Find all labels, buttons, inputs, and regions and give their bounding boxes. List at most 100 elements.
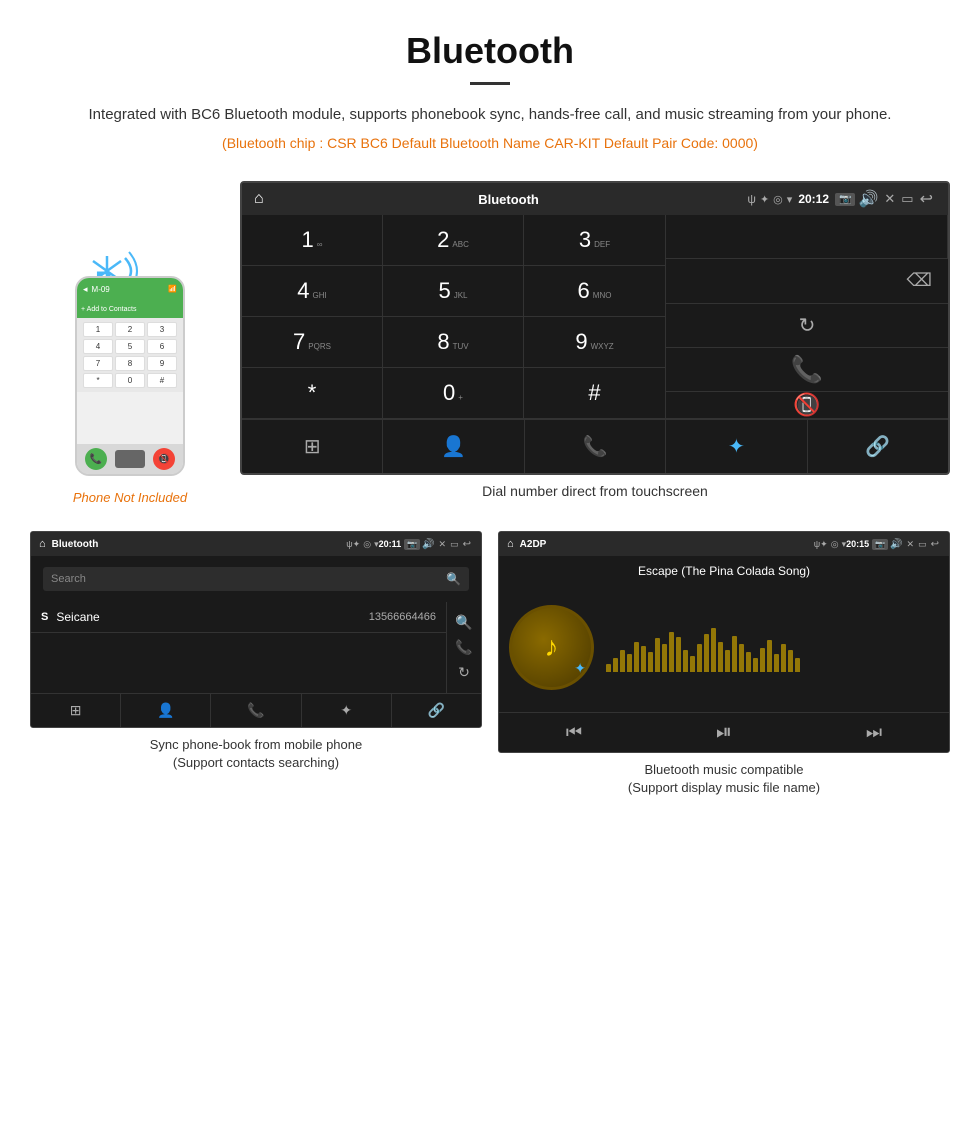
volume-icon[interactable]: 🔊 xyxy=(858,189,878,209)
dial-key-2[interactable]: 2ABC xyxy=(383,215,524,266)
bottom-phone-btn[interactable]: 📞 xyxy=(525,420,666,473)
music-cam-icon[interactable]: 📷 xyxy=(872,539,888,550)
pb-close-icon[interactable]: ✕ xyxy=(439,539,447,550)
pb-min-icon[interactable]: ▭ xyxy=(450,539,459,550)
music-screen: ⌂ A2DP ψ ✦ ◎ ▾ 20:15 📷 🔊 ✕ ▭ ↩ Escape (T… xyxy=(498,531,950,753)
dial-key-5[interactable]: 5JKL xyxy=(383,266,524,317)
vis-bar xyxy=(669,632,674,672)
phone-key-1[interactable]: 1 xyxy=(83,322,113,337)
pb-home-icon[interactable]: ⌂ xyxy=(39,538,46,550)
camera-icon[interactable]: 📷 xyxy=(835,193,855,206)
phonebook-caption: Sync phone-book from mobile phone (Suppo… xyxy=(150,736,362,772)
vis-bar xyxy=(613,658,618,672)
back-icon[interactable]: ↩ xyxy=(920,189,933,209)
phone-key-7[interactable]: 7 xyxy=(83,356,113,371)
phone-key-hash[interactable]: # xyxy=(147,373,177,388)
refresh-btn[interactable]: ↻ xyxy=(666,304,948,348)
minimize-icon[interactable]: ▭ xyxy=(901,191,913,207)
call-btn[interactable]: 📞 xyxy=(666,348,948,392)
play-pause-btn[interactable]: ⏯ xyxy=(716,721,732,744)
dial-key-1[interactable]: 1∞ xyxy=(242,215,383,266)
close-icon[interactable]: ✕ xyxy=(884,191,895,207)
car-status-bar: ⌂ Bluetooth ψ ✦ ◎ ▾ 20:12 📷 🔊 ✕ ▭ ↩ xyxy=(242,183,948,215)
home-icon[interactable]: ⌂ xyxy=(254,190,264,208)
call-green-icon: 📞 xyxy=(791,354,823,385)
dial-key-star[interactable]: * xyxy=(242,368,383,419)
dial-display xyxy=(666,215,948,259)
pb-side-search-icon[interactable]: 🔍 xyxy=(455,614,472,631)
phone-key-9[interactable]: 9 xyxy=(147,356,177,371)
location-icon: ◎ xyxy=(773,193,783,206)
dial-key-6[interactable]: 6MNO xyxy=(524,266,665,317)
pb-side-phone-icon[interactable]: 📞 xyxy=(455,639,472,656)
vis-bar xyxy=(760,648,765,672)
dial-key-4[interactable]: 4GHI xyxy=(242,266,383,317)
phone-bottom: 📞 📵 xyxy=(77,444,183,474)
phone-key-5[interactable]: 5 xyxy=(115,339,145,354)
vis-bar xyxy=(690,656,695,672)
dial-key-0[interactable]: 0+ xyxy=(383,368,524,419)
phone-key-8[interactable]: 8 xyxy=(115,356,145,371)
contacts-icon: 👤 xyxy=(441,434,466,459)
music-status-icons: ✦ ◎ ▾ xyxy=(820,539,846,550)
phone-key-3[interactable]: 3 xyxy=(147,322,177,337)
phone-key-2[interactable]: 2 xyxy=(115,322,145,337)
phonebook-bottom-row: ⊞ 👤 📞 ✦ 🔗 xyxy=(31,693,481,727)
backspace-btn[interactable]: ⌫ xyxy=(666,259,948,303)
vis-bar xyxy=(648,652,653,672)
page-header: Bluetooth Integrated with BC6 Bluetooth … xyxy=(0,0,980,181)
pb-bottom-contact[interactable]: 👤 xyxy=(121,694,211,727)
dial-key-8[interactable]: 8TUV xyxy=(383,317,524,368)
fast-forward-btn[interactable]: ⏭ xyxy=(866,722,882,743)
phone-key-star[interactable]: * xyxy=(83,373,113,388)
pb-side-refresh-icon[interactable]: ↻ xyxy=(458,664,470,681)
phone-key-4[interactable]: 4 xyxy=(83,339,113,354)
bottom-bt-btn[interactable]: ✦ xyxy=(666,420,807,473)
music-min-icon[interactable]: ▭ xyxy=(918,539,927,550)
song-title: Escape (The Pina Colada Song) xyxy=(638,564,810,578)
search-icon: 🔍 xyxy=(446,572,461,586)
music-home-icon[interactable]: ⌂ xyxy=(507,538,514,550)
vis-bar xyxy=(767,640,772,672)
vis-bar xyxy=(739,644,744,672)
link-icon: 🔗 xyxy=(865,434,890,459)
contact-letter: S xyxy=(41,611,48,623)
phone-key-0[interactable]: 0 xyxy=(115,373,145,388)
bottom-grid-btn[interactable]: ⊞ xyxy=(242,420,383,473)
phonebook-list: S Seicane 13566664466 xyxy=(31,602,446,693)
contact-row-seicane[interactable]: S Seicane 13566664466 xyxy=(31,602,446,633)
music-vol-icon[interactable]: 🔊 xyxy=(890,539,902,550)
dial-key-3[interactable]: 3DEF xyxy=(524,215,665,266)
rewind-btn[interactable]: ⏮ xyxy=(566,722,582,743)
pb-bottom-bt[interactable]: ✦ xyxy=(302,694,392,727)
music-loc-icon: ◎ xyxy=(831,539,839,550)
pb-vol-icon[interactable]: 🔊 xyxy=(422,539,434,550)
dial-key-9[interactable]: 9WXYZ xyxy=(524,317,665,368)
main-content: ʙ ◂ M-09 📶 xyxy=(0,181,980,515)
bottom-link-btn[interactable]: 🔗 xyxy=(808,420,948,473)
contact-number: 13566664466 xyxy=(369,611,436,623)
phone-call-btn[interactable]: 📞 xyxy=(85,448,107,470)
dial-key-hash[interactable]: # xyxy=(524,368,665,419)
pb-cam-icon[interactable]: 📷 xyxy=(404,539,420,550)
phone-end-btn[interactable]: 📵 xyxy=(153,448,175,470)
vis-bar xyxy=(634,642,639,672)
music-close-icon[interactable]: ✕ xyxy=(907,539,915,550)
end-call-btn[interactable]: 📵 xyxy=(666,392,948,419)
dial-key-7[interactable]: 7PQRS xyxy=(242,317,383,368)
pb-bottom-grid[interactable]: ⊞ xyxy=(31,694,121,727)
screen-title: Bluetooth xyxy=(274,192,744,207)
pb-back-icon[interactable]: ↩ xyxy=(463,539,471,550)
phonebook-search-bar[interactable]: Search 🔍 xyxy=(43,567,469,591)
phonebook-panel: ⌂ Bluetooth ψ ✦ ◎ ▾ 20:11 📷 🔊 ✕ ▭ ↩ Sear… xyxy=(30,531,482,797)
pb-bottom-phone[interactable]: 📞 xyxy=(211,694,301,727)
phone-keypad: 1 2 3 4 5 6 7 8 9 * 0 # xyxy=(83,322,177,388)
vis-bar xyxy=(676,637,681,672)
music-back-icon[interactable]: ↩ xyxy=(931,539,939,550)
bluetooth-specs: (Bluetooth chip : CSR BC6 Default Blueto… xyxy=(60,135,920,151)
pb-bottom-link[interactable]: 🔗 xyxy=(392,694,481,727)
vis-bar xyxy=(718,642,723,672)
vis-bar xyxy=(683,650,688,672)
bottom-contacts-btn[interactable]: 👤 xyxy=(383,420,524,473)
phone-key-6[interactable]: 6 xyxy=(147,339,177,354)
